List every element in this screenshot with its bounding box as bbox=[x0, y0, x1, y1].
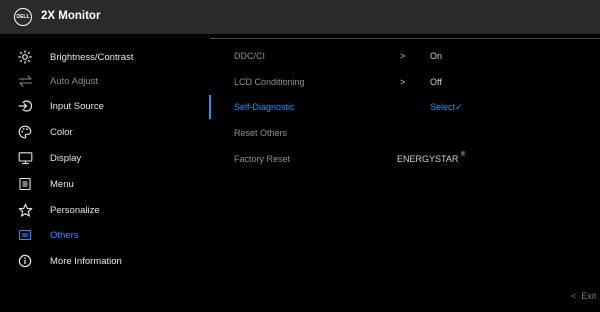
submenu-item-lcd-conditioning[interactable]: LCD Conditioning bbox=[234, 77, 305, 87]
menu-item-others[interactable]: Others bbox=[0, 224, 205, 246]
menu-item-display[interactable]: Display bbox=[0, 147, 205, 169]
submenu-divider bbox=[210, 38, 600, 39]
submenu-item-ddc-ci[interactable]: DDC/CI bbox=[234, 51, 265, 61]
chevron-right-icon: > bbox=[400, 51, 406, 61]
lcd-conditioning-value: Off bbox=[430, 77, 442, 87]
chevron-right-icon: > bbox=[400, 77, 406, 87]
menu-item-label: Menu bbox=[50, 178, 74, 190]
others-icon bbox=[17, 227, 33, 243]
auto-adjust-icon bbox=[17, 73, 33, 89]
menu-item-menu[interactable]: Menu bbox=[0, 173, 205, 195]
dell-logo: DELL bbox=[14, 8, 32, 26]
menu-item-label: Brightness/Contrast bbox=[50, 51, 134, 63]
ddc-ci-value: On bbox=[430, 51, 443, 61]
color-palette-icon bbox=[17, 124, 33, 140]
monitor-title: 2X Monitor bbox=[41, 10, 101, 22]
osd-window: DELL 2X Monitor Brightness/Contrast Auto… bbox=[0, 0, 600, 312]
menu-item-more-information[interactable]: More Information bbox=[0, 250, 205, 272]
menu-item-label: Auto Adjust bbox=[50, 75, 99, 87]
energystar-label: ENERGYSTAR ® bbox=[397, 152, 466, 164]
exit-button[interactable]: < Exit bbox=[571, 291, 596, 301]
menu-item-auto-adjust[interactable]: Auto Adjust bbox=[0, 70, 205, 92]
menu-item-input-source[interactable]: Input Source bbox=[0, 95, 205, 117]
menu-item-label: Color bbox=[50, 126, 73, 138]
submenu-item-factory-reset[interactable]: Factory Reset bbox=[234, 154, 290, 164]
exit-label: Exit bbox=[581, 291, 597, 301]
menu-item-label: Others bbox=[50, 229, 79, 241]
brightness-icon bbox=[17, 49, 33, 65]
display-icon bbox=[17, 150, 33, 166]
menu-item-color[interactable]: Color bbox=[0, 121, 205, 143]
input-source-icon bbox=[17, 98, 33, 114]
info-icon bbox=[17, 253, 33, 269]
menu-icon bbox=[17, 176, 33, 192]
submenu-item-self-diagnostic[interactable]: Self-Diagnostic bbox=[234, 102, 295, 112]
menu-item-label: Personalize bbox=[50, 204, 100, 216]
registered-mark: ® bbox=[460, 152, 466, 158]
energystar-text: ENERGYSTAR bbox=[397, 154, 459, 164]
osd-header: DELL 2X Monitor bbox=[0, 0, 600, 34]
back-chevron-icon: < bbox=[571, 291, 577, 301]
menu-item-label: Input Source bbox=[50, 100, 104, 112]
menu-item-label: Display bbox=[50, 152, 82, 164]
submenu-item-reset-others[interactable]: Reset Others bbox=[234, 128, 287, 138]
self-diagnostic-select-button[interactable]: Select✓ bbox=[430, 102, 463, 113]
menu-item-personalize[interactable]: Personalize bbox=[0, 199, 205, 221]
selection-indicator bbox=[209, 95, 211, 119]
star-icon bbox=[17, 202, 33, 218]
menu-item-brightness-contrast[interactable]: Brightness/Contrast bbox=[0, 46, 205, 68]
menu-item-label: More Information bbox=[50, 255, 122, 267]
